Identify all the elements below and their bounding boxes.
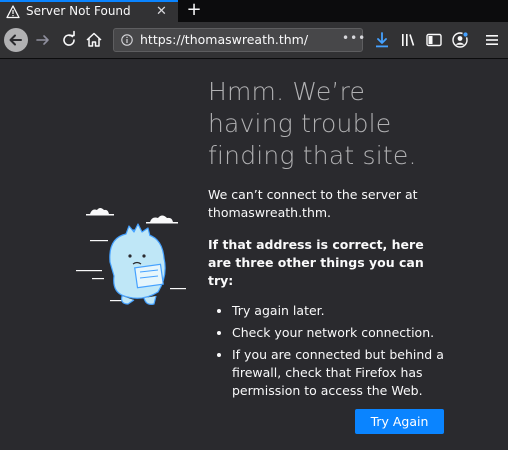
home-icon[interactable] <box>84 30 104 50</box>
close-tab-icon[interactable]: ✕ <box>156 4 167 20</box>
tab-server-not-found[interactable]: Server Not Found ✕ <box>0 0 178 22</box>
suggestions-list: Try again later. Check your network conn… <box>208 302 448 400</box>
info-icon[interactable] <box>121 34 133 46</box>
suggestions-heading: If that address is correct, here are thr… <box>208 237 424 288</box>
url-bar[interactable]: https://thomaswreath.thm/ ••• <box>113 28 366 52</box>
library-icon[interactable] <box>399 30 419 50</box>
account-icon[interactable] <box>450 30 470 50</box>
page-actions-icon[interactable]: ••• <box>342 31 366 45</box>
download-icon[interactable] <box>372 30 392 50</box>
list-item: If you are connected but behind a firewa… <box>232 346 448 400</box>
back-arrow-icon <box>9 34 22 46</box>
error-heading: Hmm. We’re having trouble finding that s… <box>208 77 417 170</box>
try-again-button[interactable]: Try Again <box>355 409 444 434</box>
error-content: Hmm. We’re having trouble finding that s… <box>208 76 448 404</box>
tab-title: Server Not Found <box>26 4 131 18</box>
list-item: Try again later. <box>232 302 448 320</box>
new-tab-button[interactable]: + <box>184 0 204 22</box>
sidebar-icon[interactable] <box>424 30 444 50</box>
navigation-toolbar: https://thomaswreath.thm/ ••• <box>0 22 508 59</box>
tab-strip: Server Not Found ✕ + <box>0 0 508 22</box>
menu-icon[interactable] <box>482 30 502 50</box>
warning-icon <box>6 5 20 19</box>
dinosaur-illustration <box>76 208 186 305</box>
back-button[interactable] <box>4 28 28 52</box>
forward-arrow-icon[interactable] <box>33 30 53 50</box>
url-text[interactable]: https://thomaswreath.thm/ <box>140 32 308 47</box>
error-description: We can’t connect to the server at thomas… <box>208 187 418 220</box>
reload-icon[interactable] <box>59 30 79 50</box>
list-item: Check your network connection. <box>232 324 448 342</box>
